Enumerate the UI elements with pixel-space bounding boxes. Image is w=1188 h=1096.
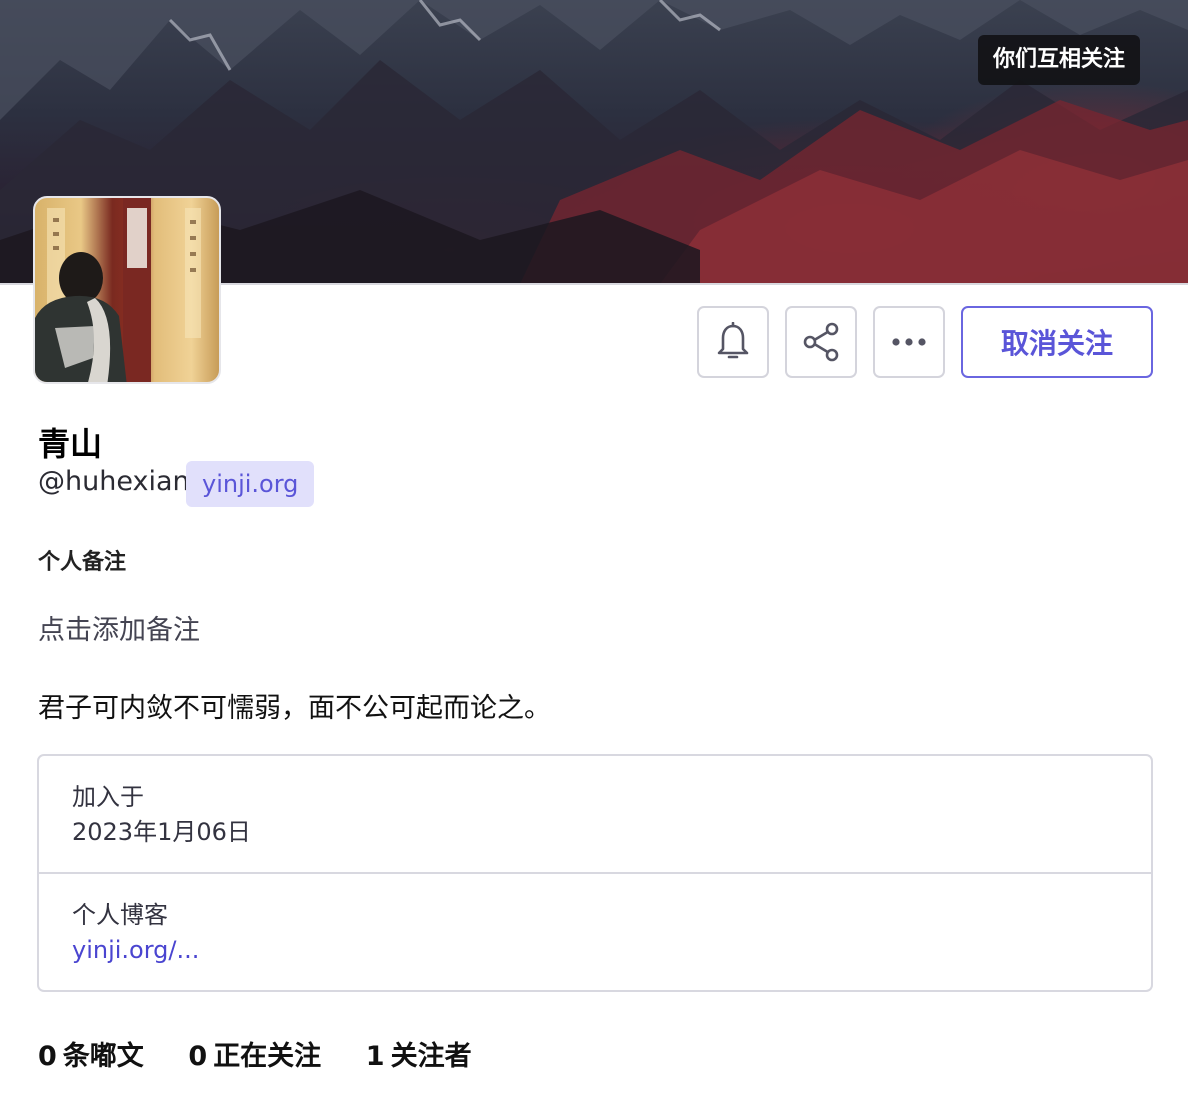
domain-badge[interactable]: yinji.org <box>186 461 315 507</box>
add-note-field[interactable]: 点击添加备注 <box>38 608 200 647</box>
share-icon <box>803 322 839 362</box>
profile-fields-table: 加入于 2023年1月06日 个人博客 yinji.org/... <box>37 754 1153 992</box>
more-horizontal-icon <box>892 338 926 346</box>
stat-posts[interactable]: 0 条嘟文 <box>38 1034 144 1073</box>
unfollow-button[interactable]: 取消关注 <box>961 306 1153 378</box>
mutual-follow-badge: 你们互相关注 <box>978 35 1141 85</box>
display-name: 青山 <box>38 425 103 463</box>
notify-button[interactable] <box>697 306 769 378</box>
profile-bio: 君子可内敛不可懦弱，面不公可起而论之。 <box>38 693 551 724</box>
field-name: 加入于 <box>72 783 144 811</box>
field-value: 2023年1月06日 <box>72 818 251 846</box>
stat-count: 1 <box>365 1041 385 1072</box>
stat-label: 关注者 <box>390 1041 472 1072</box>
account-handle: @huhexian <box>38 466 190 497</box>
profile-stats: 0 条嘟文 0 正在关注 1 关注者 <box>38 1034 508 1073</box>
share-button[interactable] <box>785 306 857 378</box>
stat-label: 正在关注 <box>213 1041 322 1072</box>
stat-label: 条嘟文 <box>62 1041 144 1072</box>
avatar-photo <box>35 198 201 382</box>
field-name: 个人博客 <box>72 901 168 929</box>
stat-following[interactable]: 0 正在关注 <box>188 1034 321 1073</box>
avatar[interactable] <box>33 196 221 384</box>
stat-count: 0 <box>38 1041 57 1072</box>
stat-followers[interactable]: 1 关注者 <box>366 1034 472 1073</box>
field-blog: 个人博客 yinji.org/... <box>39 874 1151 990</box>
more-options-button[interactable] <box>873 306 945 378</box>
bell-icon <box>717 322 749 359</box>
stat-count: 0 <box>188 1041 208 1072</box>
personal-note-label: 个人备注 <box>38 550 127 575</box>
field-joined: 加入于 2023年1月06日 <box>39 756 1151 874</box>
blog-link[interactable]: yinji.org/... <box>72 932 1151 968</box>
